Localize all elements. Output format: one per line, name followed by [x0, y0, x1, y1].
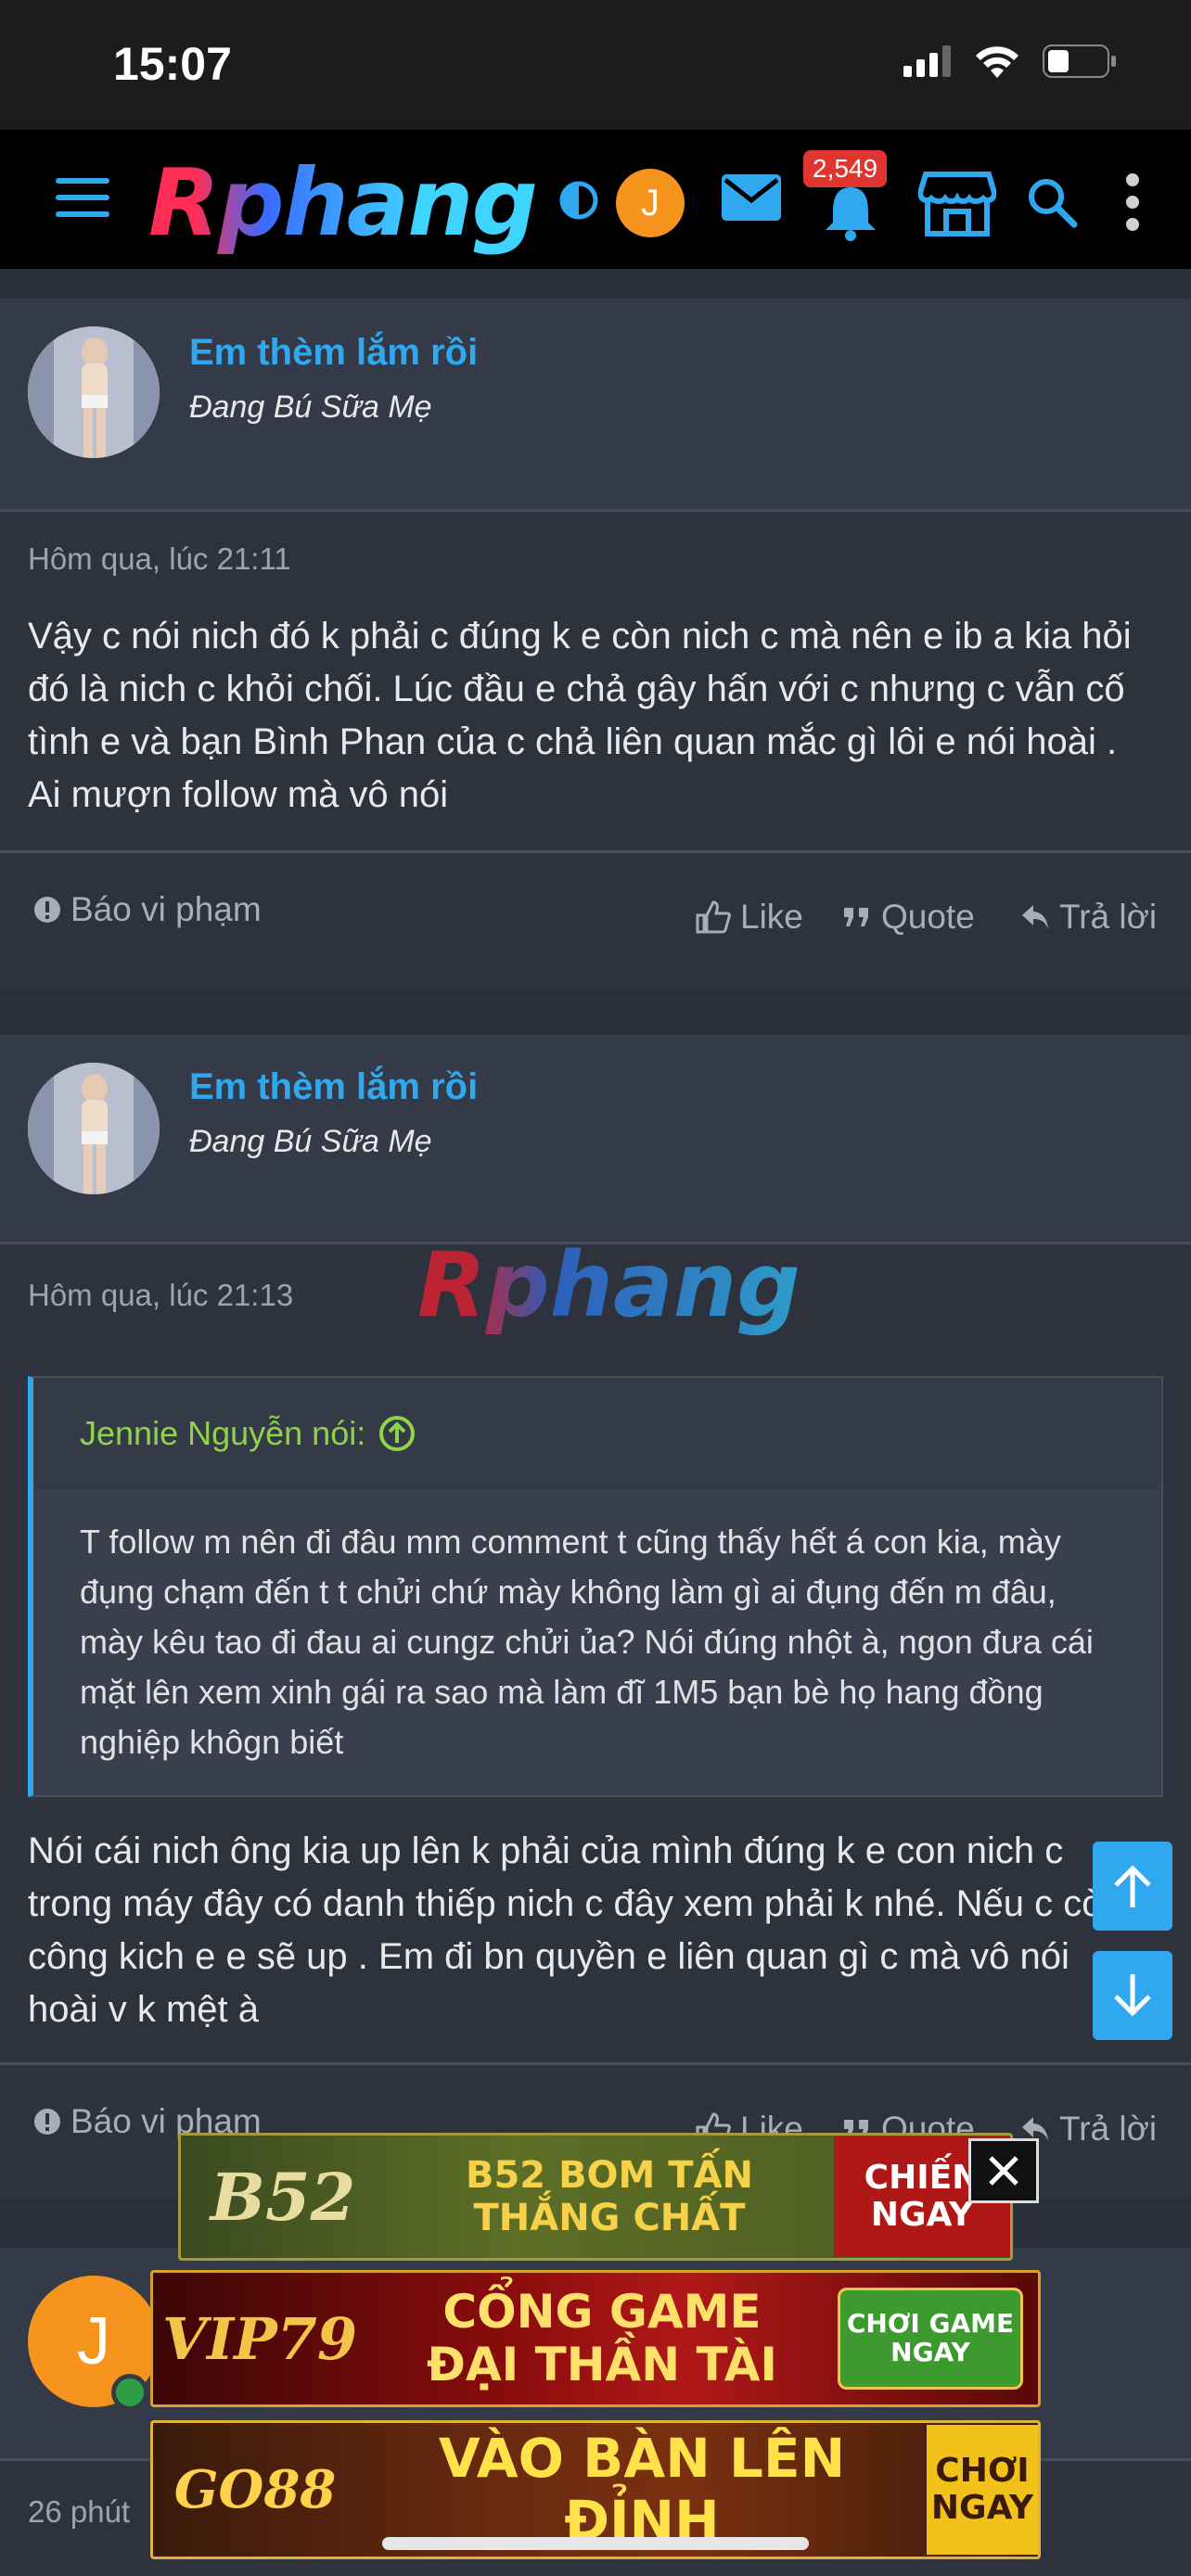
like-button[interactable]: Like — [696, 898, 803, 937]
store-icon[interactable] — [918, 171, 996, 237]
home-indicator[interactable] — [382, 2537, 809, 2550]
battery-icon — [1043, 45, 1116, 78]
report-label: Báo vi phạm — [70, 890, 262, 928]
more-options-icon[interactable] — [1122, 172, 1143, 232]
mail-icon[interactable] — [722, 174, 781, 221]
quote-label: Quote — [881, 898, 975, 936]
like-label: Like — [740, 898, 803, 936]
thumbs-up-icon — [696, 900, 731, 934]
signal-icon — [903, 45, 951, 77]
post-header: Em thèm lắm rồi Đang Bú Sữa Mẹ — [0, 299, 1191, 512]
quote-block: Jennie Nguyễn nói: T follow m nên đi đâu… — [28, 1376, 1163, 1797]
status-time: 15:07 — [113, 38, 232, 90]
ad-logo: VIP79 — [161, 2304, 357, 2373]
bell-icon[interactable] — [824, 184, 877, 241]
user-avatar[interactable]: J — [616, 169, 685, 237]
site-logo[interactable]: Rphang — [148, 148, 538, 257]
ad-logo: GO88 — [173, 2459, 337, 2520]
reply-label: Trả lời — [1059, 2110, 1158, 2148]
post-footer: Báo vi phạm Like Quote Trả lời — [0, 850, 1191, 989]
ad-headline: VÀO BÀN LÊN ĐỈNH — [438, 2427, 846, 2552]
close-icon — [989, 2156, 1018, 2186]
avatar[interactable] — [28, 326, 160, 458]
post-username[interactable]: Em thèm lắm rồi — [189, 332, 478, 374]
reply-button[interactable]: Trả lời — [1020, 2110, 1157, 2149]
menu-icon[interactable] — [56, 176, 109, 219]
ad-banner-vip79[interactable]: VIP79 CỔNG GAME ĐẠI THẦN TÀI CHƠI GAME N… — [150, 2270, 1041, 2407]
ad-headline: CỔNG GAME ĐẠI THẦN TÀI — [426, 2284, 778, 2391]
post-date[interactable]: 26 phút — [28, 2494, 130, 2530]
ad-cta: CHƠI GAME NGAY — [838, 2288, 1023, 2390]
post-date[interactable]: Hôm qua, lúc 21:11 — [28, 542, 291, 577]
quote-author: Jennie Nguyễn nói: — [80, 1414, 366, 1452]
post-body: Vậy c nói nich đó k phải c đúng k e còn … — [28, 616, 1132, 815]
post-body: Nói cái nich ông kia up lên k phải của m… — [28, 1830, 1123, 2030]
post-user-title: Đang Bú Sữa Mẹ — [189, 1124, 432, 1159]
post: Em thèm lắm rồi Đang Bú Sữa Mẹ Hôm qua, … — [0, 299, 1191, 990]
ad-logo: B52 — [210, 2158, 356, 2236]
notifications-badge: 2,549 — [803, 150, 888, 187]
watermark-logo: Rphang — [417, 1233, 800, 1337]
avatar[interactable] — [28, 1063, 160, 1194]
quote-header[interactable]: Jennie Nguyễn nói: — [33, 1378, 1161, 1489]
post-user-title: Đang Bú Sữa Mẹ — [189, 389, 432, 425]
theme-toggle-icon[interactable] — [558, 180, 599, 221]
wifi-icon — [976, 46, 1018, 78]
status-icons — [903, 45, 1117, 78]
report-button[interactable]: Báo vi phạm — [33, 890, 262, 929]
ad-headline: B52 BOM TẤN THẮNG CHẤT — [465, 2154, 754, 2239]
warning-icon — [34, 2109, 60, 2135]
search-icon[interactable] — [1026, 176, 1078, 228]
ad-cta: CHƠI NGAY — [927, 2425, 1038, 2555]
reply-label: Trả lời — [1059, 898, 1158, 936]
post-username[interactable]: Em thèm lắm rồi — [189, 1066, 478, 1108]
scroll-top-button[interactable] — [1093, 1842, 1172, 1931]
ad-banner-b52[interactable]: B52 B52 BOM TẤN THẮNG CHẤT CHIẾN NGAY — [178, 2133, 1013, 2261]
quote-icon — [844, 908, 868, 926]
post-header: Em thèm lắm rồi Đang Bú Sữa Mẹ — [0, 1035, 1191, 1244]
post-date[interactable]: Hôm qua, lúc 21:13 — [28, 1278, 293, 1313]
status-bar: 15:07 — [0, 0, 1191, 130]
scroll-bottom-button[interactable] — [1093, 1951, 1172, 2040]
online-status-icon — [111, 2374, 148, 2411]
arrow-down-icon — [1114, 1974, 1151, 2017]
warning-icon — [34, 897, 60, 923]
reply-icon — [1022, 905, 1048, 929]
post: Em thèm lắm rồi Đang Bú Sữa Mẹ Hôm qua, … — [0, 1035, 1191, 2201]
quote-text: T follow m nên đi đâu mm comment t cũng … — [80, 1523, 1094, 1761]
arrow-up-icon — [1114, 1865, 1151, 1907]
reply-button[interactable]: Trả lời — [1020, 898, 1157, 937]
top-nav: Rphang J 2,549 — [0, 130, 1191, 269]
close-ad-button[interactable] — [968, 2138, 1039, 2203]
arrow-up-circle-icon[interactable] — [378, 1415, 416, 1452]
quote-button[interactable]: Quote — [842, 898, 975, 937]
